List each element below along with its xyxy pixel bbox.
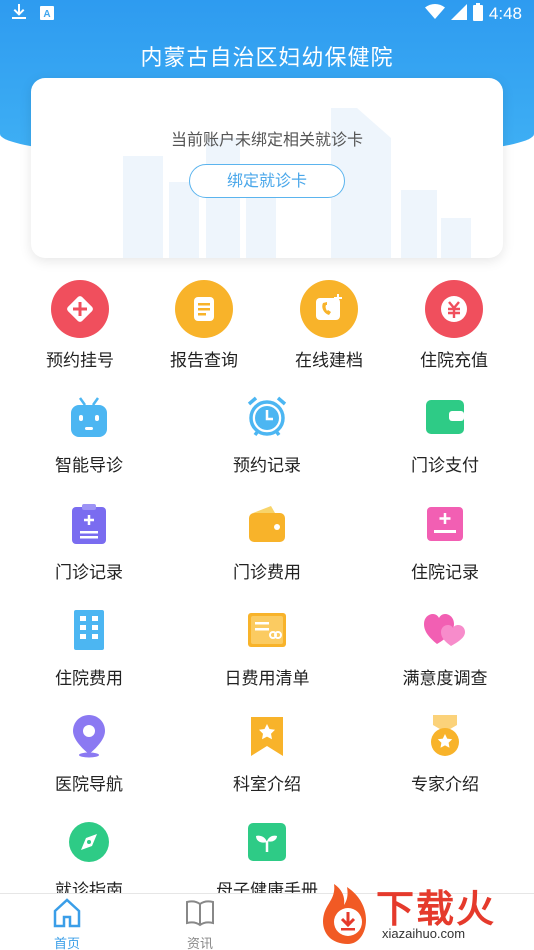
grid-item-appointment-records[interactable]: 预约记录	[197, 395, 337, 476]
nav-tab-home[interactable]: 首页	[37, 898, 97, 950]
quick-item-report[interactable]: 报告查询	[144, 280, 264, 371]
clipboard-icon	[67, 502, 111, 546]
location-pin-icon	[67, 714, 111, 758]
nav-label: 资讯	[186, 937, 213, 950]
sprout-icon	[245, 820, 289, 864]
grid-label: 门诊支付	[411, 456, 479, 476]
grid-label: 预约记录	[233, 456, 301, 476]
grid-item-outpatient-payment[interactable]: 门诊支付	[375, 395, 515, 476]
grid-label: 医院导航	[55, 775, 123, 795]
grid-label: 门诊记录	[55, 563, 123, 583]
grid-item-visit-guide[interactable]: 就诊指南	[19, 820, 159, 901]
grid-item-inpatient-fees[interactable]: 住院费用	[19, 608, 159, 689]
record-card-icon	[423, 502, 467, 546]
grid-item-hospital-navigation[interactable]: 医院导航	[19, 714, 159, 795]
compass-icon	[67, 820, 111, 864]
battery-icon	[472, 3, 483, 25]
quick-item-recharge[interactable]: 住院充值	[394, 280, 514, 371]
status-bar: A 4:48	[0, 0, 534, 28]
keyboard-a-icon: A	[40, 5, 54, 24]
grid-item-smart-guide[interactable]: 智能导诊	[19, 395, 159, 476]
quick-label: 报告查询	[170, 351, 238, 371]
grid-item-expert-intro[interactable]: 专家介绍	[375, 714, 515, 795]
grid-item-daily-bill[interactable]: 日费用清单	[197, 608, 337, 689]
yuan-coin-icon	[425, 280, 483, 338]
book-icon	[170, 898, 230, 932]
watermark-text: 下载火	[376, 887, 497, 931]
nav-label: 首页	[53, 937, 80, 950]
watermark-url: xiazaihuo.com	[382, 926, 466, 941]
quick-label: 预约挂号	[46, 351, 114, 371]
alarm-clock-icon	[245, 395, 289, 439]
home-icon	[37, 898, 97, 932]
robot-icon	[67, 395, 111, 439]
grid-item-maternal-handbook[interactable]: 母子健康手册	[197, 820, 337, 901]
grid-item-department-intro[interactable]: 科室介绍	[197, 714, 337, 795]
file-create-icon	[300, 280, 358, 338]
flame-logo-icon	[323, 884, 366, 944]
quick-entry-row: 预约挂号 报告查询 在线建档 住院充值	[0, 280, 534, 380]
grid-label: 住院费用	[55, 669, 123, 689]
grid-label: 智能导诊	[55, 456, 123, 476]
grid-item-outpatient-fees[interactable]: 门诊费用	[197, 502, 337, 583]
quick-item-file-create[interactable]: 在线建档	[269, 280, 389, 371]
watermark: 下载火 xiazaihuo.com	[318, 870, 534, 950]
quick-label: 在线建档	[295, 351, 363, 371]
status-time: 4:48	[488, 4, 522, 23]
grid-item-inpatient-records[interactable]: 住院记录	[375, 502, 515, 583]
grid-label: 住院记录	[411, 563, 479, 583]
nav-tab-news[interactable]: 资讯	[170, 898, 230, 950]
bind-card-button[interactable]: 绑定就诊卡	[189, 164, 345, 198]
signal-icon	[450, 4, 467, 24]
plus-tag-icon	[51, 280, 109, 338]
download-icon	[12, 4, 26, 24]
grid-label: 门诊费用	[233, 563, 301, 583]
grid-label: 日费用清单	[224, 669, 310, 689]
hearts-icon	[423, 608, 467, 652]
svg-text:A: A	[43, 9, 50, 20]
wifi-icon	[424, 4, 445, 24]
building-icon	[67, 608, 111, 652]
report-doc-icon	[175, 280, 233, 338]
grid-label: 满意度调查	[402, 669, 488, 689]
card-binding-panel: 当前账户未绑定相关就诊卡 绑定就诊卡	[31, 78, 503, 258]
page-title: 内蒙古自治区妇幼保健院	[140, 46, 394, 71]
grid-label: 专家介绍	[411, 775, 479, 795]
quick-label: 住院充值	[420, 351, 488, 371]
purse-icon	[245, 502, 289, 546]
grid-item-outpatient-records[interactable]: 门诊记录	[19, 502, 159, 583]
bill-icon	[245, 608, 289, 652]
wallet-icon	[423, 395, 467, 439]
card-message: 当前账户未绑定相关就诊卡	[170, 130, 363, 149]
medal-icon	[423, 714, 467, 758]
grid-item-satisfaction-survey[interactable]: 满意度调查	[375, 608, 515, 689]
grid-label: 科室介绍	[233, 775, 301, 795]
bookmark-star-icon	[245, 714, 289, 758]
quick-item-appointment[interactable]: 预约挂号	[20, 280, 140, 371]
